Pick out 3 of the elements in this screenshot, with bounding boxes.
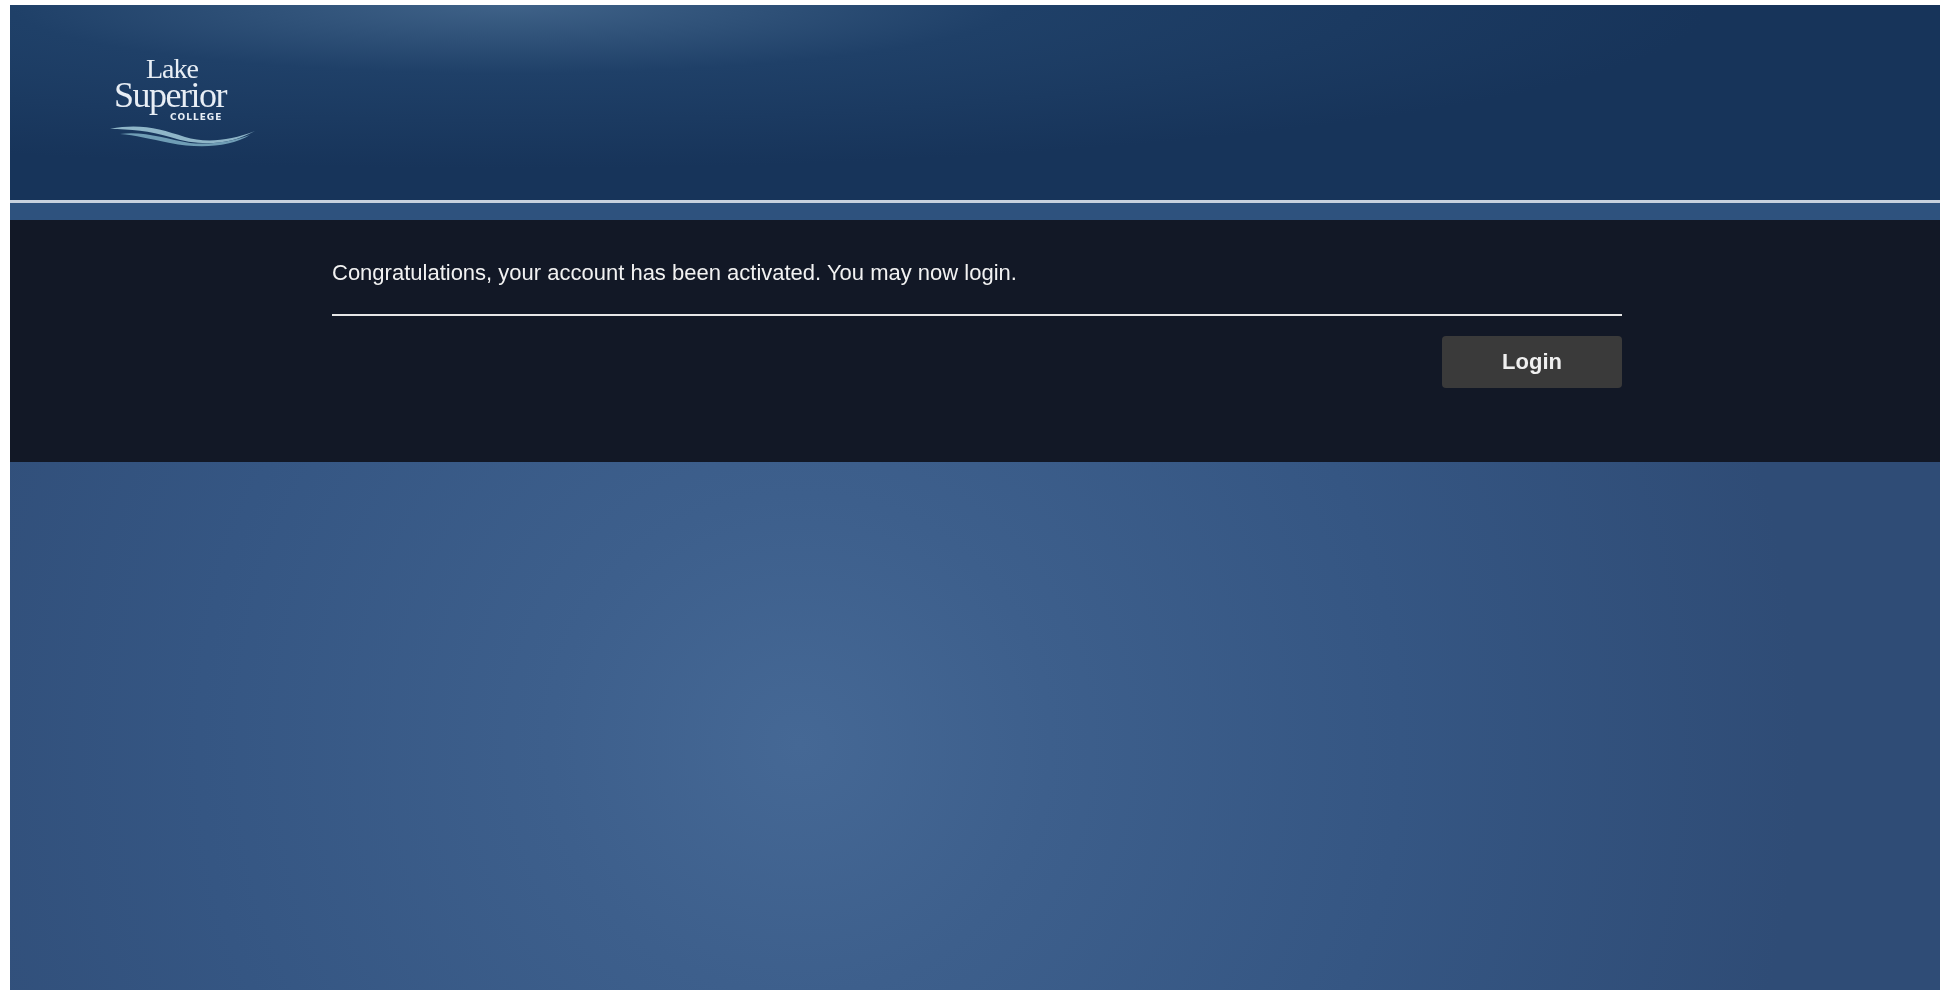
login-button[interactable]: Login xyxy=(1442,336,1622,388)
confirmation-message: Congratulations, your account has been activated. You may now login. xyxy=(332,260,1018,286)
logo-text: COLLEGE xyxy=(170,113,223,122)
